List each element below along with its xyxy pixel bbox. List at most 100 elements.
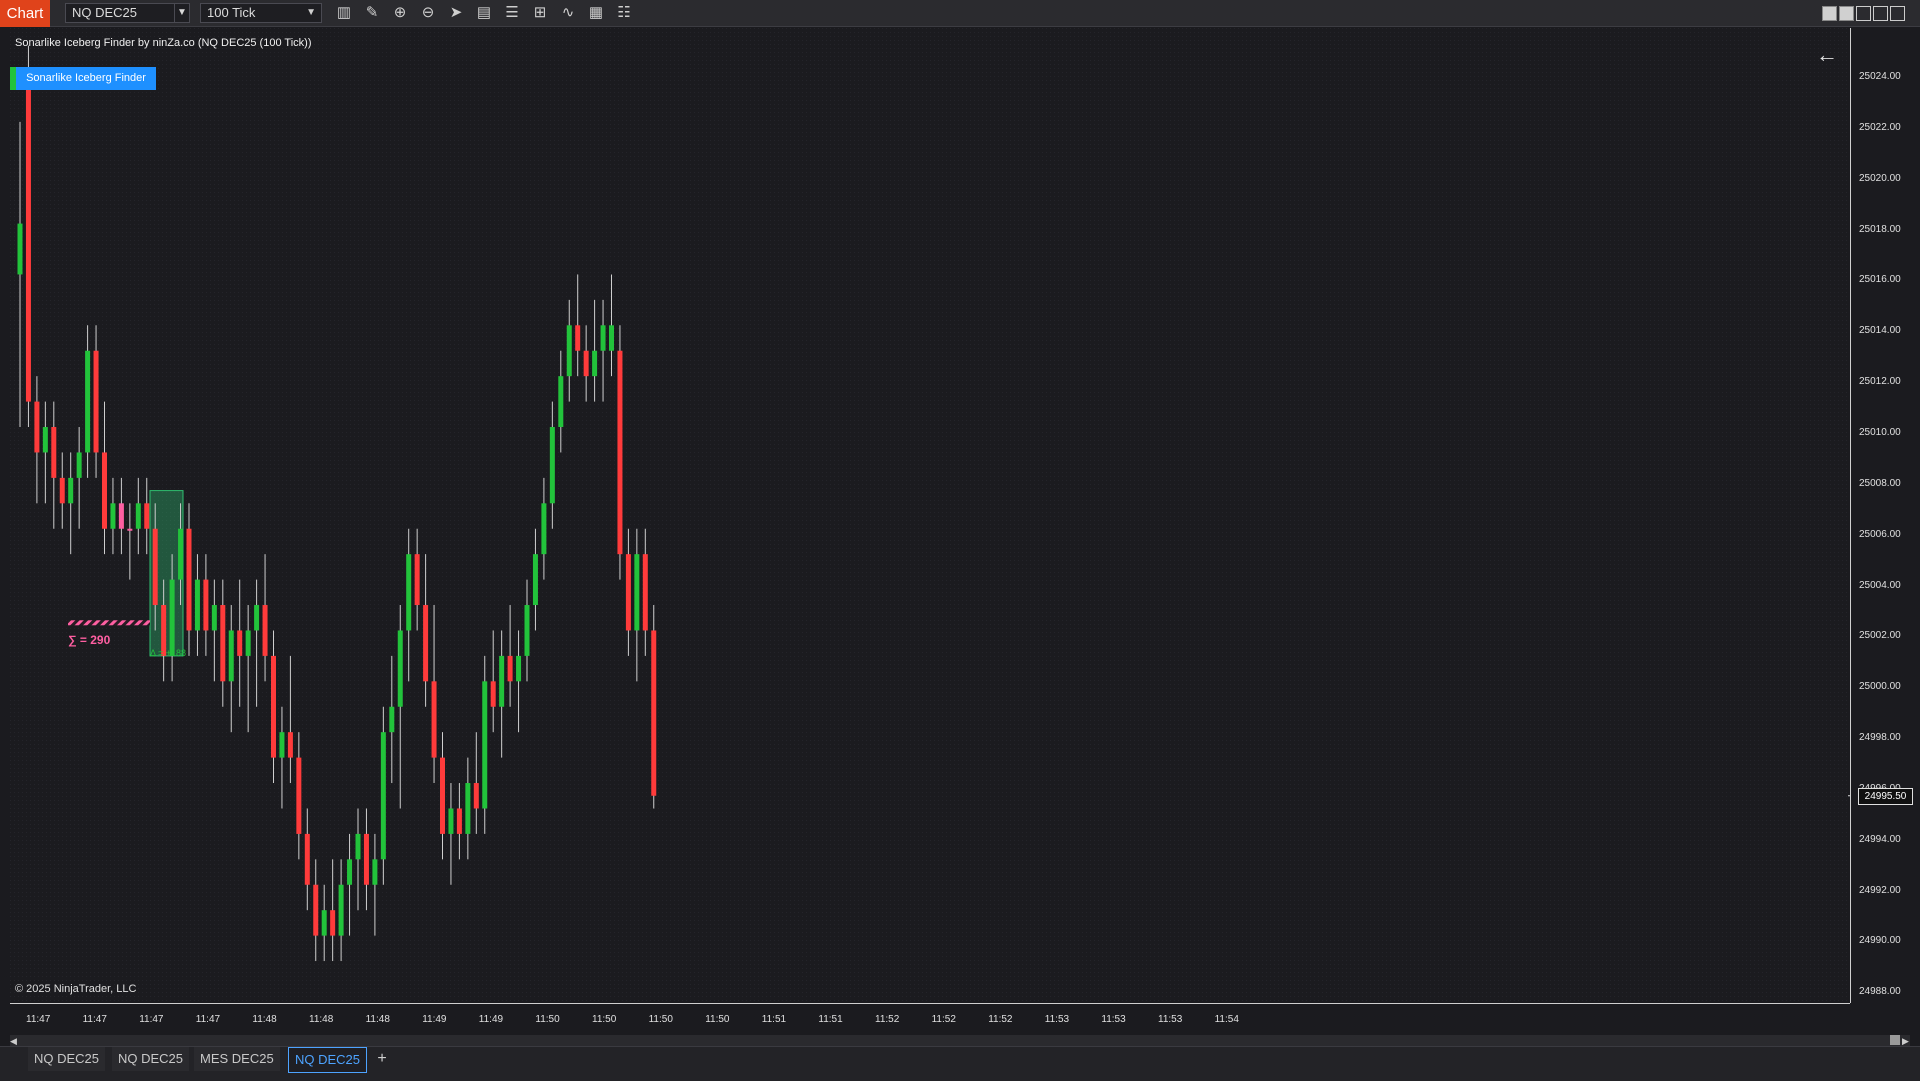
pointer-icon[interactable]: ➤ <box>447 4 465 22</box>
candle-body <box>575 325 581 351</box>
time-tick-label: 11:50 <box>648 1014 673 1025</box>
candle-body <box>642 554 648 631</box>
candle-body <box>127 528 133 531</box>
candle-body <box>110 503 116 529</box>
interval-selector[interactable]: 100 Tick ▼ <box>200 3 322 23</box>
candle-body <box>347 859 353 885</box>
indicator-icon[interactable]: ⊞ <box>531 4 549 22</box>
zoom-out-icon[interactable]: ⊖ <box>419 4 437 22</box>
instrument-selector[interactable]: NQ DEC25 <box>65 3 177 23</box>
time-tick-label: 11:52 <box>988 1014 1013 1025</box>
candle-body <box>431 681 437 758</box>
price-tick-label: 25004.00 <box>1859 579 1901 591</box>
price-tick-label: 25006.00 <box>1859 528 1901 540</box>
candle-body <box>102 452 107 529</box>
copyright-text: © 2025 NinjaTrader, LLC <box>15 983 137 995</box>
price-tick-label: 25010.00 <box>1859 426 1901 438</box>
chart-toolbar: Chart NQ DEC25 ▼ 100 Tick ▼ ▥ ✎ ⊕ ⊖ ➤ ▤ ☰ ⊞ ∿ ▦ ☷ <box>0 0 1920 27</box>
candle-body <box>330 910 336 936</box>
chart-list-icon[interactable]: ☷ <box>615 4 633 22</box>
candle-body <box>524 605 530 656</box>
candle-body <box>406 554 412 631</box>
time-tick-label: 11:53 <box>1158 1014 1183 1025</box>
chevron-down-icon: ▼ <box>306 7 316 18</box>
candle-body <box>321 910 327 936</box>
chevron-down-icon[interactable]: ▼ <box>174 3 190 23</box>
candle-body <box>482 681 488 809</box>
candle-body <box>262 605 268 656</box>
template-icon[interactable]: ☰ <box>503 4 521 22</box>
candle-body <box>42 427 48 453</box>
tab-nq-dec25-2[interactable]: NQ DEC25 <box>112 1047 190 1071</box>
candle-body <box>279 732 285 758</box>
price-tick-label: 24990.00 <box>1859 935 1901 947</box>
tab-nq-dec25-1[interactable]: NQ DEC25 <box>28 1047 106 1071</box>
candle-body <box>93 350 99 453</box>
candle-body <box>152 528 158 606</box>
zoom-in-icon[interactable]: ⊕ <box>391 4 409 22</box>
candle-body <box>211 605 217 631</box>
candle-body <box>237 630 243 656</box>
iceberg-delta-label: Δ = +188 <box>150 648 187 658</box>
price-chart <box>10 28 1850 1003</box>
back-arrow-icon[interactable]: ← <box>1816 42 1838 68</box>
candle-body <box>372 859 378 885</box>
price-tick-label: 25016.00 <box>1859 274 1901 286</box>
candle-body <box>118 503 124 529</box>
candle-body <box>566 325 572 377</box>
candle-body <box>363 833 369 885</box>
candle-body <box>85 350 91 453</box>
current-price-tag: 24995.50 <box>1858 788 1913 805</box>
candle-body <box>592 350 598 377</box>
time-axis[interactable]: 11:47 11:47 11:47 11:47 11:48 11:48 11:48 11:49… <box>10 1003 1850 1036</box>
layout-icon[interactable] <box>1822 6 1837 21</box>
candle-body <box>135 503 141 529</box>
candle-body <box>532 554 538 606</box>
candle-body <box>389 706 395 733</box>
time-tick-label: 11:47 <box>82 1014 107 1025</box>
tab-nq-dec25-active[interactable]: NQ DEC25 <box>288 1047 368 1073</box>
candle-body <box>380 732 386 860</box>
candle-body <box>245 630 251 656</box>
time-tick-label: 11:52 <box>931 1014 956 1025</box>
price-tick-label: 24994.00 <box>1859 833 1901 845</box>
bar-style-icon[interactable]: ▥ <box>335 4 353 22</box>
iceberg-sum-label: ∑ = 290 <box>68 633 111 647</box>
candle-body <box>397 630 403 707</box>
candle-body <box>76 452 82 478</box>
candle-body <box>499 655 505 707</box>
close-icon[interactable] <box>1890 6 1905 21</box>
horizontal-scrollbar[interactable]: ◀ ▶ <box>10 1035 1910 1046</box>
tab-mes-dec25[interactable]: MES DEC25 <box>194 1047 280 1071</box>
time-tick-label: 11:49 <box>478 1014 504 1025</box>
price-axis[interactable]: 25024.00 25022.00 25020.00 25018.00 25016.00… <box>1850 28 1920 1003</box>
time-tick-label: 11:51 <box>761 1014 787 1025</box>
candle-body <box>228 630 234 682</box>
candle-body <box>490 681 496 707</box>
minimize-icon[interactable] <box>1856 6 1871 21</box>
candle-body <box>609 325 614 351</box>
candle-body <box>51 427 57 478</box>
strategy-icon[interactable]: ∿ <box>559 4 577 22</box>
candle-body <box>634 554 640 631</box>
time-tick-label: 11:50 <box>535 1014 560 1025</box>
iceberg-level-marker <box>68 620 150 626</box>
chart-panel[interactable] <box>10 28 1850 1003</box>
candle-body <box>465 783 471 834</box>
price-tick-label: 24988.00 <box>1859 986 1901 998</box>
properties-icon[interactable]: ▦ <box>587 4 605 22</box>
candle-body <box>541 503 547 555</box>
candle-body <box>178 528 184 580</box>
price-tick-label: 25000.00 <box>1859 681 1901 693</box>
draw-pencil-icon[interactable]: ✎ <box>363 4 381 22</box>
chart-menu-button[interactable]: Chart <box>0 0 50 27</box>
price-tick-label: 25014.00 <box>1859 325 1901 337</box>
maximize-icon[interactable] <box>1873 6 1888 21</box>
add-tab-button[interactable]: + <box>372 1047 392 1071</box>
scroll-thumb[interactable] <box>1890 1035 1900 1045</box>
candle-body <box>355 833 361 860</box>
data-box-icon[interactable]: ▤ <box>475 4 493 22</box>
layout-full-icon[interactable] <box>1839 6 1854 21</box>
indicator-toggle-button[interactable]: Sonarlike Iceberg Finder <box>10 67 156 90</box>
candle-body <box>423 605 429 682</box>
